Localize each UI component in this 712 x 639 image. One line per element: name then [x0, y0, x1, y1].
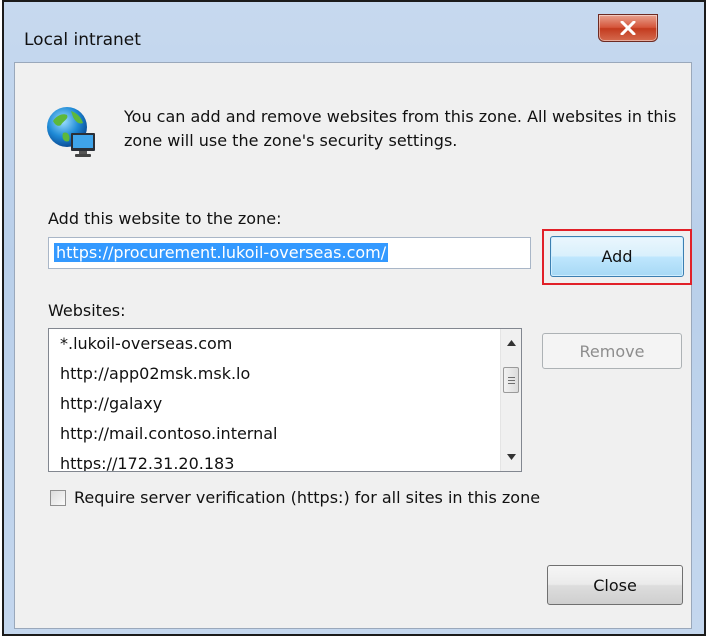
- close-window-button[interactable]: [598, 14, 658, 42]
- url-selected-text: https://procurement.lukoil-overseas.com/: [54, 243, 389, 262]
- server-verification-row: Require server verification (https:) for…: [50, 488, 540, 507]
- websites-list[interactable]: *.lukoil-overseas.com http://app02msk.ms…: [48, 328, 522, 472]
- close-button[interactable]: Close: [547, 565, 683, 605]
- title-bar: Local intranet: [4, 2, 704, 62]
- local-intranet-dialog: Local intranet You can add and remove we…: [2, 0, 706, 636]
- website-url-input[interactable]: https://procurement.lukoil-overseas.com/: [48, 237, 531, 269]
- websites-list-items: *.lukoil-overseas.com http://app02msk.ms…: [49, 329, 499, 471]
- remove-button[interactable]: Remove: [542, 333, 682, 369]
- list-item[interactable]: http://app02msk.msk.lo: [49, 359, 499, 389]
- websites-scrollbar[interactable]: [500, 329, 521, 471]
- list-item[interactable]: *.lukoil-overseas.com: [49, 329, 499, 359]
- list-item[interactable]: http://galaxy: [49, 389, 499, 419]
- scroll-down-arrow-icon[interactable]: [501, 447, 521, 467]
- add-button[interactable]: Add: [550, 236, 684, 277]
- list-item[interactable]: https://172.31.20.183: [49, 449, 499, 471]
- zone-description: You can add and remove websites from thi…: [124, 107, 677, 150]
- add-website-label: Add this website to the zone:: [48, 209, 282, 228]
- dialog-title: Local intranet: [24, 30, 141, 50]
- server-verification-checkbox[interactable]: [50, 489, 66, 506]
- server-verification-label[interactable]: Require server verification (https:) for…: [74, 488, 540, 507]
- globe-computer-icon: [47, 107, 95, 157]
- close-x-icon: [620, 21, 636, 35]
- websites-label: Websites:: [48, 301, 126, 320]
- scroll-up-arrow-icon[interactable]: [501, 333, 521, 353]
- dialog-content: You can add and remove websites from thi…: [14, 62, 692, 629]
- list-item[interactable]: http://mail.contoso.internal: [49, 419, 499, 449]
- scroll-thumb[interactable]: [503, 367, 519, 393]
